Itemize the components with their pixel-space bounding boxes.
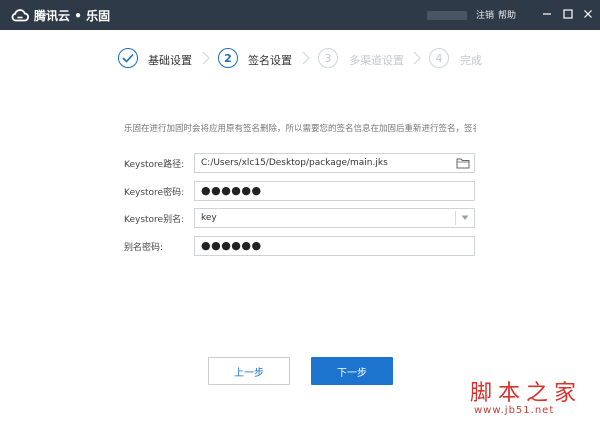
step-arrow-icon xyxy=(302,51,310,65)
watermark-url: www.jb51.net xyxy=(474,405,555,416)
user-account-redacted[interactable] xyxy=(427,11,467,20)
signing-notice: 乐固在进行加固时会将应用原有签名删除，所以需要您的签名信息在加固后重新进行签名，… xyxy=(124,124,476,134)
step-indicator: 基础设置 2 签名设置 3 多渠道设置 4 完成 xyxy=(0,40,600,76)
keystore-password-label: Keystore密码: xyxy=(124,188,185,198)
step-4-marker: 4 xyxy=(429,48,449,68)
site-watermark: 脚本之家 www.jb51.net xyxy=(466,375,594,419)
close-icon xyxy=(584,10,592,18)
keystore-path-value: C:/Users/xlc15/Desktop/package/main.jks xyxy=(201,158,388,168)
prev-step-button[interactable]: 上一步 xyxy=(208,357,290,385)
step-2-marker: 2 xyxy=(218,48,238,68)
folder-icon[interactable] xyxy=(456,157,470,169)
alias-password-value: ●●●●●● xyxy=(201,239,262,252)
help-link[interactable]: 帮助 xyxy=(498,8,516,21)
step-arrow-icon xyxy=(202,51,210,65)
cloud-logo-icon xyxy=(11,9,30,22)
watermark-main-text: 脚本之家 xyxy=(470,381,583,406)
logout-link[interactable]: 注销 xyxy=(476,8,494,21)
maximize-button[interactable] xyxy=(561,6,575,22)
title-bar: 腾讯云 • 乐固 注销 帮助 xyxy=(0,0,600,30)
alias-password-input[interactable]: ●●●●●● xyxy=(194,236,475,256)
app-title: 腾讯云 • 乐固 xyxy=(34,7,110,24)
next-step-button[interactable]: 下一步 xyxy=(311,357,393,385)
keystore-alias-select[interactable]: key xyxy=(194,208,475,228)
step-1-label: 基础设置 xyxy=(148,54,192,67)
maximize-icon xyxy=(563,9,573,19)
step-1-check-icon xyxy=(118,48,138,68)
keystore-alias-label: Keystore别名: xyxy=(124,215,185,225)
keystore-password-value: ●●●●●● xyxy=(201,184,262,197)
step-2-label: 签名设置 xyxy=(248,54,292,67)
brand-separator: • xyxy=(74,8,82,23)
keystore-path-input[interactable]: C:/Users/xlc15/Desktop/package/main.jks xyxy=(194,153,475,173)
product-name: 乐固 xyxy=(86,8,111,23)
chevron-down-icon[interactable] xyxy=(461,215,469,221)
minimize-icon xyxy=(543,13,551,15)
app-brand: 腾讯云 • 乐固 xyxy=(10,6,110,24)
brand-name: 腾讯云 xyxy=(34,8,71,23)
step-arrow-icon xyxy=(413,51,421,65)
select-divider xyxy=(455,211,456,225)
step-3-marker: 3 xyxy=(318,48,338,68)
keystore-alias-value: key xyxy=(201,213,217,223)
alias-password-label: 别名密码: xyxy=(124,243,164,253)
step-4-label: 完成 xyxy=(460,54,482,67)
close-button[interactable] xyxy=(581,6,595,22)
keystore-password-input[interactable]: ●●●●●● xyxy=(194,181,475,201)
keystore-path-label: Keystore路径: xyxy=(124,160,185,170)
minimize-button[interactable] xyxy=(540,6,554,22)
step-3-label: 多渠道设置 xyxy=(349,54,404,67)
